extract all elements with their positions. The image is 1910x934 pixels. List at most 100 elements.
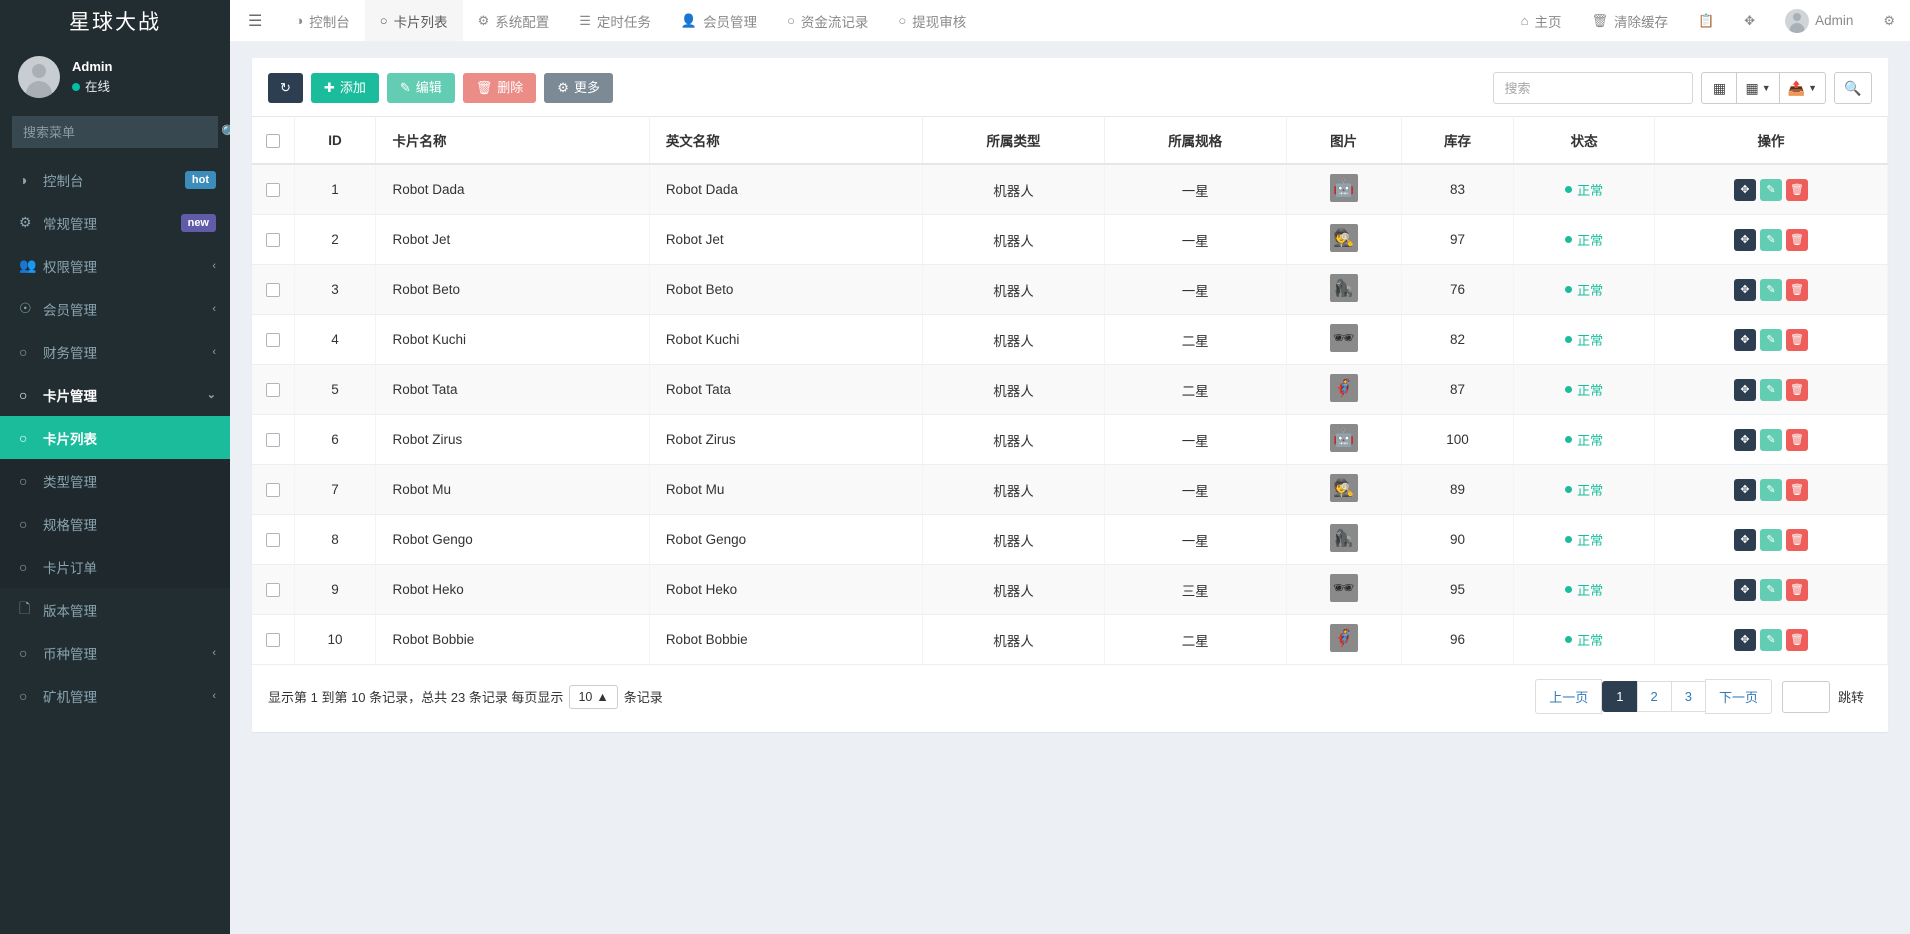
edit-button[interactable]: ✎ 编辑 — [386, 72, 455, 104]
move-action-icon[interactable]: ✥ — [1734, 428, 1757, 451]
table-row[interactable]: 1 Robot Dada Robot Dada 机器人 一星 🤖 83 正常 ✥ ✎ 🗑 — [252, 164, 1888, 215]
delete-action-icon[interactable]: 🗑 — [1786, 628, 1809, 651]
sidebar-link-2[interactable]: 👥 权限管理 ‹ — [0, 244, 230, 287]
card-thumbnail[interactable]: 🕶 — [1329, 574, 1358, 602]
sidebar-toggle-icon[interactable]: ☰ — [230, 0, 280, 41]
delete-action-icon[interactable]: 🗑 — [1786, 428, 1809, 451]
sidebar-link-11[interactable]: ○ 币种管理 ‹ — [0, 631, 230, 674]
card-thumbnail[interactable]: 🦸 — [1329, 374, 1358, 402]
list-view-icon[interactable]: ▦ — [1701, 72, 1738, 104]
card-thumbnail[interactable]: 🦍 — [1329, 524, 1358, 552]
table-row[interactable]: 5 Robot Tata Robot Tata 机器人 二星 🦸 87 正常 ✥ ✎ 🗑 — [252, 364, 1888, 415]
sidebar-link-9[interactable]: ○ 卡片订单 — [0, 545, 230, 588]
move-action-icon[interactable]: ✥ — [1734, 378, 1757, 401]
edit-action-icon[interactable]: ✎ — [1760, 478, 1783, 501]
search-icon[interactable]: 🔍 — [209, 124, 230, 141]
table-row[interactable]: 6 Robot Zirus Robot Zirus 机器人 一星 🤖 100 正常 ✥ ✎ 🗑 — [252, 414, 1888, 465]
sidebar-link-10[interactable]: 🗋 版本管理 — [0, 588, 230, 631]
card-thumbnail[interactable]: 🕵 — [1329, 474, 1358, 502]
navitem-5[interactable]: ○ 资金流记录 — [772, 0, 883, 41]
move-action-icon[interactable]: ✥ — [1734, 528, 1757, 551]
sidebar-link-12[interactable]: ○ 矿机管理 ‹ — [0, 674, 230, 717]
move-action-icon[interactable]: ✥ — [1734, 578, 1757, 601]
edit-action-icon[interactable]: ✎ — [1760, 178, 1783, 201]
move-action-icon[interactable]: ✥ — [1734, 628, 1757, 651]
edit-action-icon[interactable]: ✎ — [1760, 278, 1783, 301]
delete-action-icon[interactable]: 🗑 — [1786, 228, 1809, 251]
row-checkbox[interactable] — [265, 283, 280, 298]
more-button[interactable]: ⚙ 更多 — [544, 72, 613, 104]
sidebar-link-3[interactable]: ☉ 会员管理 ‹ — [0, 287, 230, 330]
table-row[interactable]: 9 Robot Heko Robot Heko 机器人 三星 🕶 95 正常 ✥ ✎ 🗑 — [252, 564, 1888, 615]
jump-button[interactable]: 跳转 — [1830, 687, 1872, 706]
sidebar-search-input[interactable] — [13, 124, 209, 140]
select-all-checkbox[interactable] — [265, 133, 280, 148]
delete-button[interactable]: 🗑 删除 — [462, 72, 537, 104]
edit-action-icon[interactable]: ✎ — [1760, 528, 1783, 551]
refresh-button[interactable]: ↻ — [268, 72, 303, 104]
sidebar-link-4[interactable]: ○ 财务管理 ‹ — [0, 330, 230, 373]
table-row[interactable]: 8 Robot Gengo Robot Gengo 机器人 一星 🦍 90 正常 ✥ ✎ 🗑 — [252, 514, 1888, 565]
sidebar-link-8[interactable]: ○ 规格管理 — [0, 502, 230, 545]
navitem-4[interactable]: 👤 会员管理 — [666, 0, 772, 41]
table-row[interactable]: 2 Robot Jet Robot Jet 机器人 一星 🕵 97 正常 ✥ ✎ 🗑 — [252, 214, 1888, 265]
export-icon[interactable]: 📤 ▼ — [1778, 72, 1826, 104]
page-size-select[interactable]: 10 ▲ — [569, 684, 618, 709]
row-checkbox[interactable] — [265, 233, 280, 248]
row-checkbox[interactable] — [265, 633, 280, 648]
jump-page-input[interactable] — [1781, 680, 1830, 713]
add-button[interactable]: ✚ 添加 — [310, 72, 379, 104]
card-thumbnail[interactable]: 🦸 — [1329, 624, 1358, 652]
move-action-icon[interactable]: ✥ — [1734, 178, 1757, 201]
card-thumbnail[interactable]: 🦍 — [1329, 274, 1358, 302]
card-thumbnail[interactable]: 🤖 — [1329, 174, 1358, 202]
edit-action-icon[interactable]: ✎ — [1760, 228, 1783, 251]
table-row[interactable]: 3 Robot Beto Robot Beto 机器人 一星 🦍 76 正常 ✥ ✎ 🗑 — [252, 264, 1888, 315]
nav-right-item-5[interactable]: ⚙ — [1868, 0, 1910, 41]
navitem-1[interactable]: ○ 卡片列表 — [364, 0, 463, 41]
edit-action-icon[interactable]: ✎ — [1760, 578, 1783, 601]
delete-action-icon[interactable]: 🗑 — [1786, 578, 1809, 601]
row-checkbox[interactable] — [265, 333, 280, 348]
next-page-button[interactable]: 下一页 — [1704, 679, 1772, 714]
card-thumbnail[interactable]: 🕵 — [1329, 224, 1358, 252]
row-checkbox[interactable] — [265, 433, 280, 448]
nav-right-item-1[interactable]: 🗑 清除缓存 — [1576, 0, 1683, 41]
navitem-3[interactable]: ☰ 定时任务 — [564, 0, 666, 41]
page-button-1[interactable]: 1 — [1602, 681, 1638, 712]
edit-action-icon[interactable]: ✎ — [1760, 628, 1783, 651]
search-submit-icon[interactable]: 🔍 — [1834, 72, 1872, 104]
nav-right-item-0[interactable]: ⌂ 主页 — [1506, 0, 1577, 41]
delete-action-icon[interactable]: 🗑 — [1786, 278, 1809, 301]
row-checkbox[interactable] — [265, 583, 280, 598]
sidebar-link-7[interactable]: ○ 类型管理 — [0, 459, 230, 502]
columns-icon[interactable]: ▦ ▼ — [1736, 72, 1780, 104]
search-input[interactable] — [1493, 72, 1694, 104]
move-action-icon[interactable]: ✥ — [1734, 328, 1757, 351]
row-checkbox[interactable] — [265, 483, 280, 498]
navitem-6[interactable]: ○ 提现审核 — [883, 0, 981, 41]
edit-action-icon[interactable]: ✎ — [1760, 328, 1783, 351]
move-action-icon[interactable]: ✥ — [1734, 228, 1757, 251]
delete-action-icon[interactable]: 🗑 — [1786, 378, 1809, 401]
sidebar-search[interactable]: 🔍 — [12, 116, 230, 148]
delete-action-icon[interactable]: 🗑 — [1786, 328, 1809, 351]
card-thumbnail[interactable]: 🕶 — [1329, 324, 1358, 352]
delete-action-icon[interactable]: 🗑 — [1786, 478, 1809, 501]
table-row[interactable]: 7 Robot Mu Robot Mu 机器人 一星 🕵 89 正常 ✥ ✎ 🗑 — [252, 464, 1888, 515]
navitem-0[interactable]: ◑ 控制台 — [280, 0, 364, 41]
sidebar-link-1[interactable]: ⚙ 常规管理 new — [0, 201, 230, 244]
move-action-icon[interactable]: ✥ — [1734, 278, 1757, 301]
navitem-2[interactable]: ⚙ 系统配置 — [463, 0, 565, 41]
delete-action-icon[interactable]: 🗑 — [1786, 528, 1809, 551]
card-thumbnail[interactable]: 🤖 — [1329, 424, 1358, 452]
sidebar-link-0[interactable]: ◑ 控制台 hot — [0, 158, 230, 201]
row-checkbox[interactable] — [265, 383, 280, 398]
row-checkbox[interactable] — [265, 533, 280, 548]
prev-page-button[interactable]: 上一页 — [1535, 679, 1603, 714]
sidebar-link-5[interactable]: ○ 卡片管理 ⌄ — [0, 373, 230, 416]
sidebar-link-6[interactable]: ○ 卡片列表 — [0, 416, 230, 459]
nav-right-item-3[interactable]: ✥ — [1729, 0, 1770, 41]
page-button-3[interactable]: 3 — [1670, 681, 1706, 712]
row-checkbox[interactable] — [265, 183, 280, 198]
